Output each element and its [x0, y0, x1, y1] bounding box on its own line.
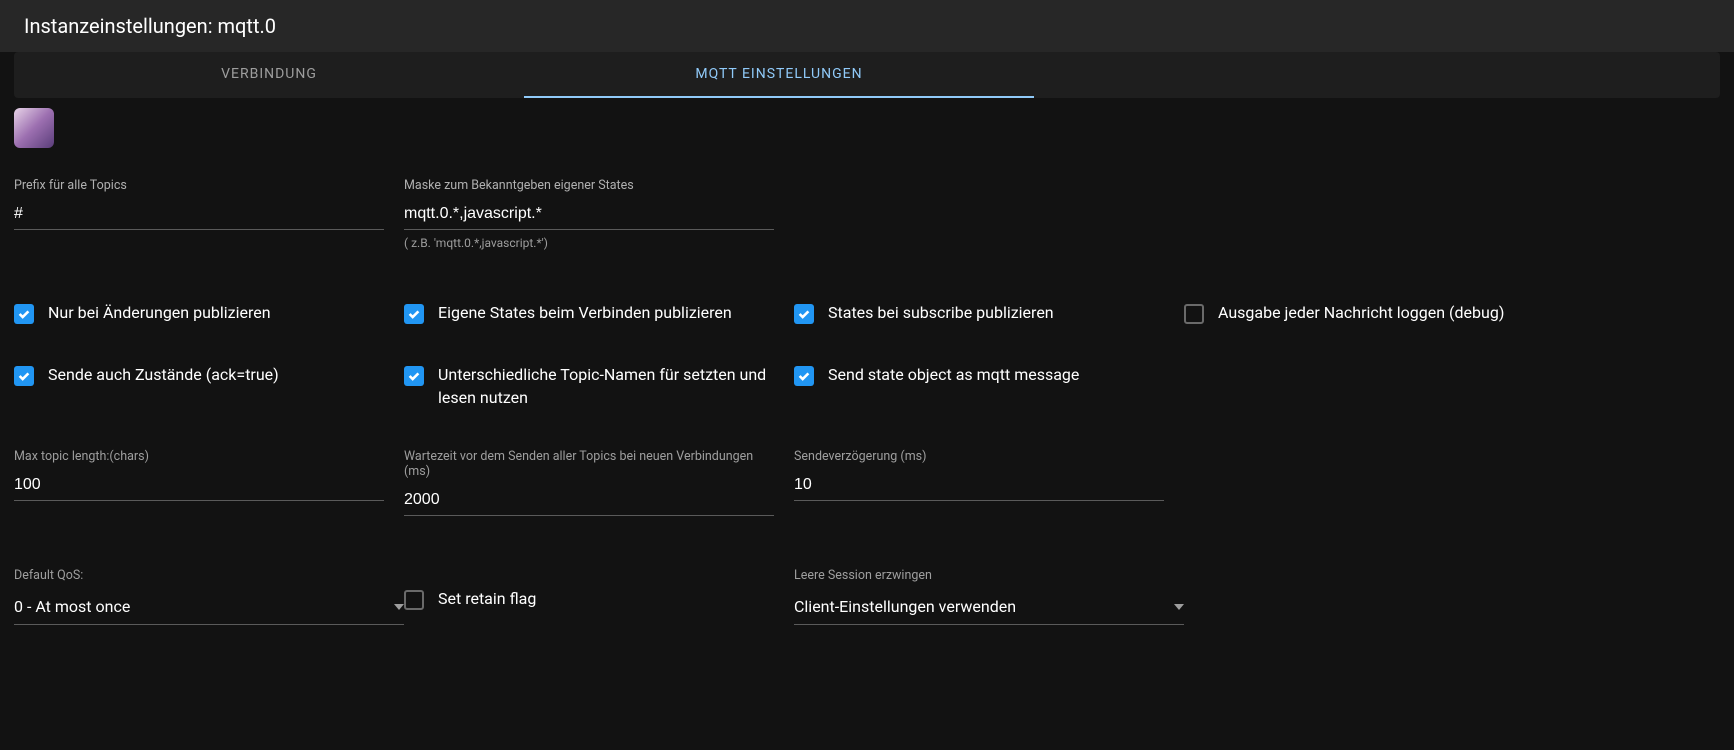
prefix-input[interactable]: [14, 199, 384, 230]
adapter-logo-icon: [14, 108, 54, 148]
mask-label: Maske zum Bekanntgeben eigener States: [404, 178, 774, 193]
tab-verbindung[interactable]: VERBINDUNG: [14, 52, 524, 98]
check-icon: [407, 307, 421, 321]
chevron-down-icon: [1174, 604, 1184, 610]
check-icon: [17, 369, 31, 383]
log-debug-label[interactable]: Ausgabe jeder Nachricht loggen (debug): [1218, 302, 1504, 324]
check-icon: [797, 369, 811, 383]
on-subscribe-checkbox[interactable]: [794, 304, 814, 324]
send-ack-label[interactable]: Sende auch Zustände (ack=true): [48, 364, 279, 386]
prefix-label: Prefix für alle Topics: [14, 178, 384, 193]
log-debug-checkbox[interactable]: [1184, 304, 1204, 324]
chevron-down-icon: [394, 604, 404, 610]
diff-topics-label[interactable]: Unterschiedliche Topic-Namen für setzten…: [438, 364, 774, 409]
qos-label: Default QoS:: [14, 568, 384, 583]
send-object-checkbox[interactable]: [794, 366, 814, 386]
max-topic-input[interactable]: [14, 470, 384, 501]
check-icon: [407, 369, 421, 383]
tabs: VERBINDUNG MQTT EINSTELLUNGEN: [14, 52, 1720, 98]
qos-value: 0 - At most once: [14, 597, 130, 616]
delay-label: Sendeverzögerung (ms): [794, 449, 1164, 464]
wait-label: Wartezeit vor dem Senden aller Topics be…: [404, 449, 774, 479]
own-states-label[interactable]: Eigene States beim Verbinden publizieren: [438, 302, 732, 324]
wait-input[interactable]: [404, 485, 774, 516]
send-ack-checkbox[interactable]: [14, 366, 34, 386]
check-icon: [797, 307, 811, 321]
max-topic-label: Max topic length:(chars): [14, 449, 384, 464]
tab-mqtt-einstellungen[interactable]: MQTT EINSTELLUNGEN: [524, 52, 1034, 98]
retain-label[interactable]: Set retain flag: [438, 588, 536, 610]
page-title: Instanzeinstellungen: mqtt.0: [0, 0, 1734, 52]
own-states-checkbox[interactable]: [404, 304, 424, 324]
qos-select[interactable]: 0 - At most once: [14, 589, 404, 625]
only-changes-label[interactable]: Nur bei Änderungen publizieren: [48, 302, 271, 324]
mask-input[interactable]: [404, 199, 774, 230]
on-subscribe-label[interactable]: States bei subscribe publizieren: [828, 302, 1054, 324]
delay-input[interactable]: [794, 470, 1164, 501]
mask-helper: ( z.B. 'mqtt.0.*,javascript.*'): [404, 236, 774, 250]
check-icon: [17, 307, 31, 321]
send-object-label[interactable]: Send state object as mqtt message: [828, 364, 1079, 386]
session-label: Leere Session erzwingen: [794, 568, 1164, 583]
diff-topics-checkbox[interactable]: [404, 366, 424, 386]
only-changes-checkbox[interactable]: [14, 304, 34, 324]
retain-checkbox[interactable]: [404, 590, 424, 610]
session-value: Client-Einstellungen verwenden: [794, 597, 1016, 616]
session-select[interactable]: Client-Einstellungen verwenden: [794, 589, 1184, 625]
